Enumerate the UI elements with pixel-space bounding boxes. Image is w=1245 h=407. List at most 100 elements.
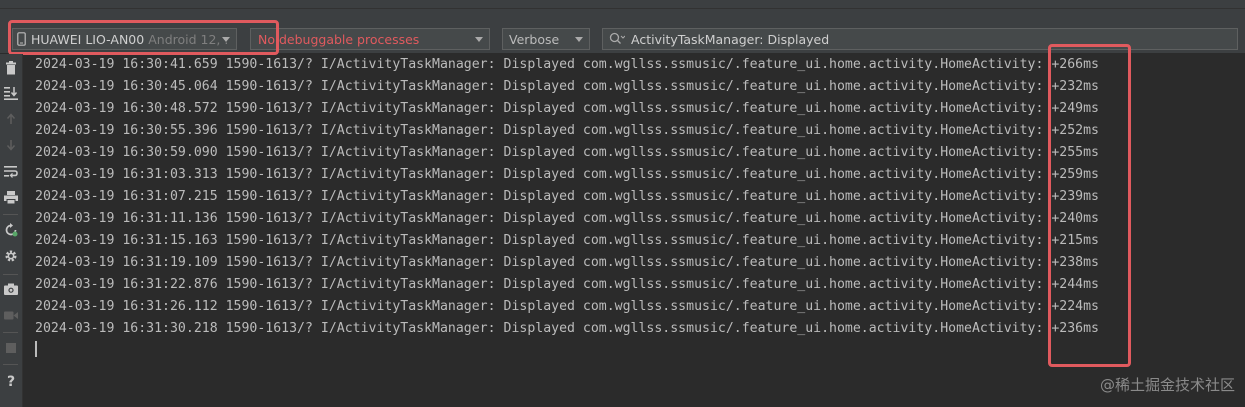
log-message: Displayed com.wgllss.ssmusic/.feature_ui… (503, 57, 1044, 72)
log-time: 16:31:19.109 (122, 255, 218, 270)
log-message: Displayed com.wgllss.ssmusic/.feature_ui… (503, 167, 1044, 182)
video-icon[interactable] (0, 306, 22, 324)
log-date: 2024-03-19 (35, 57, 115, 72)
log-duration: +255ms (1051, 145, 1099, 160)
log-pid: 1590-1613/? (225, 101, 313, 116)
help-label: ? (6, 374, 16, 390)
log-tag: I/ActivityTaskManager: (320, 277, 496, 292)
log-date: 2024-03-19 (35, 277, 115, 292)
stop-icon[interactable] (0, 339, 22, 357)
log-tag: I/ActivityTaskManager: (320, 145, 496, 160)
scroll-to-end-icon[interactable] (0, 84, 22, 102)
log-time: 16:30:41.659 (122, 57, 218, 72)
log-row: 2024-03-19 16:31:15.163 1590-1613/? I/Ac… (35, 230, 1099, 252)
log-row: 2024-03-19 16:31:22.876 1590-1613/? I/Ac… (35, 274, 1099, 296)
arrow-up-icon[interactable] (0, 110, 22, 128)
toolbar-divider (3, 214, 18, 215)
log-message: Displayed com.wgllss.ssmusic/.feature_ui… (503, 233, 1044, 248)
text-cursor (35, 341, 37, 357)
log-message: Displayed com.wgllss.ssmusic/.feature_ui… (503, 189, 1044, 204)
logcat-side-toolbar: ? (0, 54, 23, 407)
log-level-label: Verbose (509, 31, 560, 47)
log-row: 2024-03-19 16:31:11.136 1590-1613/? I/Ac… (35, 208, 1099, 230)
trash-icon[interactable] (0, 59, 22, 77)
camera-icon[interactable] (0, 280, 22, 298)
log-message: Displayed com.wgllss.ssmusic/.feature_ui… (503, 211, 1044, 226)
log-time: 16:31:03.313 (122, 167, 218, 182)
log-tag: I/ActivityTaskManager: (320, 233, 496, 248)
log-duration: +252ms (1051, 123, 1099, 138)
log-message: Displayed com.wgllss.ssmusic/.feature_ui… (503, 299, 1044, 314)
log-date: 2024-03-19 (35, 167, 115, 182)
log-row: 2024-03-19 16:30:41.659 1590-1613/? I/Ac… (35, 54, 1099, 76)
log-pid: 1590-1613/? (225, 57, 313, 72)
toolbar-divider (3, 364, 18, 365)
log-duration: +259ms (1051, 167, 1099, 182)
toolbar-divider (3, 332, 18, 333)
log-row: 2024-03-19 16:31:30.218 1590-1613/? I/Ac… (35, 318, 1099, 340)
log-date: 2024-03-19 (35, 299, 115, 314)
log-pid: 1590-1613/? (225, 167, 313, 182)
restart-icon[interactable] (0, 221, 22, 239)
log-time: 16:31:30.218 (122, 321, 218, 336)
log-pid: 1590-1613/? (225, 277, 313, 292)
log-date: 2024-03-19 (35, 123, 115, 138)
log-tag: I/ActivityTaskManager: (320, 321, 496, 336)
watermark: @稀土掘金技术社区 (1099, 376, 1235, 394)
log-time: 16:31:07.215 (122, 189, 218, 204)
settings-icon[interactable] (0, 247, 22, 265)
log-row: 2024-03-19 16:31:03.313 1590-1613/? I/Ac… (35, 164, 1099, 186)
log-pid: 1590-1613/? (225, 123, 313, 138)
log-pid: 1590-1613/? (225, 299, 313, 314)
soft-wrap-icon[interactable] (0, 162, 22, 180)
log-time: 16:30:48.572 (122, 101, 218, 116)
log-duration: +266ms (1051, 57, 1099, 72)
log-row: 2024-03-19 16:31:07.215 1590-1613/? I/Ac… (35, 186, 1099, 208)
log-duration: +238ms (1051, 255, 1099, 270)
arrow-down-icon[interactable] (0, 136, 22, 154)
log-time: 16:30:45.064 (122, 79, 218, 94)
log-tag: I/ActivityTaskManager: (320, 189, 496, 204)
process-selector[interactable]: No debuggable processes (250, 28, 490, 50)
log-message: Displayed com.wgllss.ssmusic/.feature_ui… (503, 277, 1044, 292)
help-icon[interactable]: ? (0, 373, 22, 391)
log-message: Displayed com.wgllss.ssmusic/.feature_ui… (503, 145, 1044, 160)
log-tag: I/ActivityTaskManager: (320, 79, 496, 94)
log-time: 16:31:26.112 (122, 299, 218, 314)
device-highlight-box (8, 20, 279, 55)
log-duration: +249ms (1051, 101, 1099, 116)
search-input[interactable]: ActivityTaskManager: Displayed (631, 32, 829, 47)
log-tag: I/ActivityTaskManager: (320, 255, 496, 270)
log-row: 2024-03-19 16:31:19.109 1590-1613/? I/Ac… (35, 252, 1099, 274)
log-row: 2024-03-19 16:30:55.396 1590-1613/? I/Ac… (35, 120, 1099, 142)
log-row: 2024-03-19 16:30:45.064 1590-1613/? I/Ac… (35, 76, 1099, 98)
log-tag: I/ActivityTaskManager: (320, 299, 496, 314)
log-tag: I/ActivityTaskManager: (320, 167, 496, 182)
process-label: No debuggable processes (258, 31, 420, 47)
log-message: Displayed com.wgllss.ssmusic/.feature_ui… (503, 255, 1044, 270)
log-time: 16:31:15.163 (122, 233, 218, 248)
logcat-output[interactable]: 2024-03-19 16:30:41.659 1590-1613/? I/Ac… (35, 54, 1099, 340)
log-pid: 1590-1613/? (225, 189, 313, 204)
log-duration: +236ms (1051, 321, 1099, 336)
log-date: 2024-03-19 (35, 189, 115, 204)
log-level-selector[interactable]: Verbose (502, 28, 590, 50)
log-duration: +215ms (1051, 233, 1099, 248)
log-date: 2024-03-19 (35, 233, 115, 248)
log-duration: +239ms (1051, 189, 1099, 204)
log-date: 2024-03-19 (35, 145, 115, 160)
log-tag: I/ActivityTaskManager: (320, 123, 496, 138)
log-tag: I/ActivityTaskManager: (320, 57, 496, 72)
log-time: 16:31:11.136 (122, 211, 218, 226)
log-duration: +240ms (1051, 211, 1099, 226)
log-date: 2024-03-19 (35, 101, 115, 116)
log-search-field[interactable]: ActivityTaskManager: Displayed (602, 28, 1238, 50)
log-pid: 1590-1613/? (225, 255, 313, 270)
log-date: 2024-03-19 (35, 255, 115, 270)
log-date: 2024-03-19 (35, 321, 115, 336)
log-duration: +232ms (1051, 79, 1099, 94)
print-icon[interactable] (0, 188, 22, 206)
log-tag: I/ActivityTaskManager: (320, 101, 496, 116)
log-pid: 1590-1613/? (225, 79, 313, 94)
log-time: 16:30:55.396 (122, 123, 218, 138)
